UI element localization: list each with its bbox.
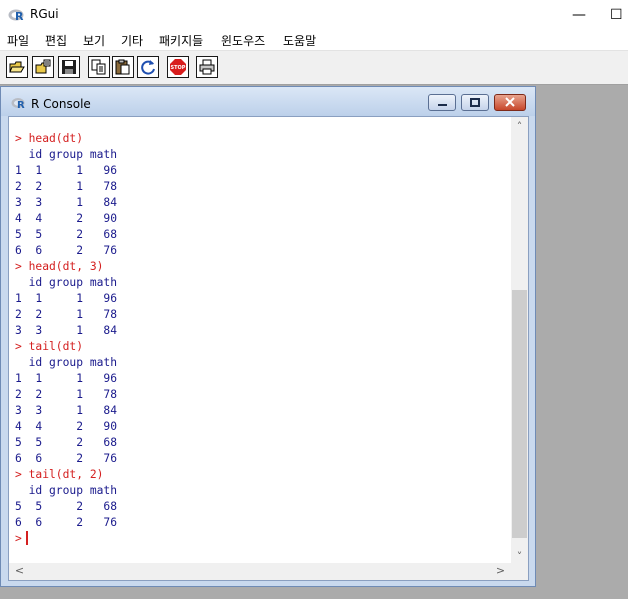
console-output-line: 2 2 1 78 xyxy=(15,180,118,193)
console-output-line: id group math xyxy=(15,148,118,161)
console-output-line: 4 4 2 90 xyxy=(15,420,118,433)
scroll-right-icon[interactable]: > xyxy=(492,564,509,577)
console-output-line: 5 5 2 68 xyxy=(15,228,118,241)
console-output-line: 3 3 1 84 xyxy=(15,404,118,417)
menu-misc[interactable]: 기타 xyxy=(121,32,143,49)
vertical-scrollbar[interactable]: ˄ ˅ xyxy=(511,117,528,563)
save-button[interactable] xyxy=(58,56,80,78)
console-output-area[interactable]: > head(dt) id group math 1 1 1 96 2 2 1 78… xyxy=(8,116,529,581)
console-output-line: id group math xyxy=(15,484,118,497)
console-maximize-button[interactable] xyxy=(461,94,489,111)
load-workspace-button[interactable] xyxy=(32,56,54,78)
menu-view[interactable]: 보기 xyxy=(83,32,105,49)
menu-file[interactable]: 파일 xyxy=(7,32,29,49)
console-input-line: > tail(dt, 2) xyxy=(15,468,104,481)
console-output-line: 6 6 2 76 xyxy=(15,516,118,529)
menu-help[interactable]: 도움말 xyxy=(283,32,316,49)
console-output-line: 1 1 1 96 xyxy=(15,372,118,385)
svg-text:R: R xyxy=(17,100,25,110)
console-output-line: 3 3 1 84 xyxy=(15,324,118,337)
console-prompt: > xyxy=(15,532,22,545)
console-minimize-button[interactable] xyxy=(428,94,456,111)
toolbar: STOP xyxy=(0,50,628,85)
r-console-window: R R Console > head(dt) id group math 1 1 … xyxy=(0,86,536,587)
minimize-button[interactable]: — xyxy=(565,4,593,26)
console-output-line: 1 1 1 96 xyxy=(15,164,118,177)
console-input-line: > head(dt) xyxy=(15,132,84,145)
console-output-line: id group math xyxy=(15,276,118,289)
print-button[interactable] xyxy=(196,56,218,78)
console-output-line: id group math xyxy=(15,356,118,369)
copy-icon xyxy=(91,59,106,75)
console-output-line: 2 2 1 78 xyxy=(15,308,118,321)
refresh-icon xyxy=(141,60,155,75)
app-titlebar: R RGui — ☐ xyxy=(0,0,628,30)
app-title: RGui xyxy=(30,7,59,21)
maximize-icon xyxy=(470,98,480,107)
console-close-button[interactable] xyxy=(494,94,526,111)
open-script-button[interactable] xyxy=(6,56,28,78)
text-cursor xyxy=(25,531,28,545)
svg-text:R: R xyxy=(15,10,24,23)
console-titlebar[interactable]: R R Console xyxy=(1,87,535,116)
horizontal-scrollbar[interactable]: < > xyxy=(9,563,511,580)
menu-bar: 파일 편집 보기 기타 패키지들 윈도우즈 도움말 xyxy=(0,30,628,50)
menu-edit[interactable]: 편집 xyxy=(45,32,67,49)
size-grip xyxy=(511,563,528,580)
load-workspace-icon xyxy=(35,59,51,74)
console-output-line: 1 1 1 96 xyxy=(15,292,118,305)
r-console-logo-icon: R xyxy=(11,98,25,110)
console-title: R Console xyxy=(31,97,91,111)
console-output-line: 2 2 1 78 xyxy=(15,388,118,401)
scroll-up-icon[interactable]: ˄ xyxy=(511,120,528,133)
console-output-line: 5 5 2 68 xyxy=(15,500,118,513)
console-output-line: 4 4 2 90 xyxy=(15,212,118,225)
console-output-line: 3 3 1 84 xyxy=(15,196,118,209)
stop-button[interactable]: STOP xyxy=(167,56,189,78)
console-output-line: 6 6 2 76 xyxy=(15,244,118,257)
print-icon xyxy=(199,59,215,75)
r-logo-icon: R xyxy=(8,9,24,23)
copy-button[interactable] xyxy=(88,56,110,78)
maximize-button[interactable]: ☐ xyxy=(610,4,628,26)
scroll-left-icon[interactable]: < xyxy=(11,564,28,577)
console-input-line: > tail(dt) xyxy=(15,340,84,353)
vertical-scroll-thumb[interactable] xyxy=(512,290,527,538)
close-icon xyxy=(505,97,515,107)
console-output-line: 6 6 2 76 xyxy=(15,452,118,465)
stop-label: STOP xyxy=(171,65,186,71)
console-prompt-line[interactable]: > xyxy=(15,531,117,547)
menu-packages[interactable]: 패키지들 xyxy=(159,32,203,49)
refresh-button[interactable] xyxy=(137,56,159,78)
stop-icon: STOP xyxy=(170,59,186,75)
scroll-down-icon[interactable]: ˅ xyxy=(511,550,528,563)
paste-button[interactable] xyxy=(112,56,134,78)
save-icon xyxy=(62,60,76,74)
minimize-icon xyxy=(438,104,447,106)
open-script-icon xyxy=(9,61,25,73)
console-text: > head(dt) id group math 1 1 1 96 2 2 1 78… xyxy=(15,131,117,547)
console-input-line: > head(dt, 3) xyxy=(15,260,104,273)
paste-icon xyxy=(115,59,130,75)
menu-windows[interactable]: 윈도우즈 xyxy=(221,32,265,49)
console-output-line: 5 5 2 68 xyxy=(15,436,118,449)
